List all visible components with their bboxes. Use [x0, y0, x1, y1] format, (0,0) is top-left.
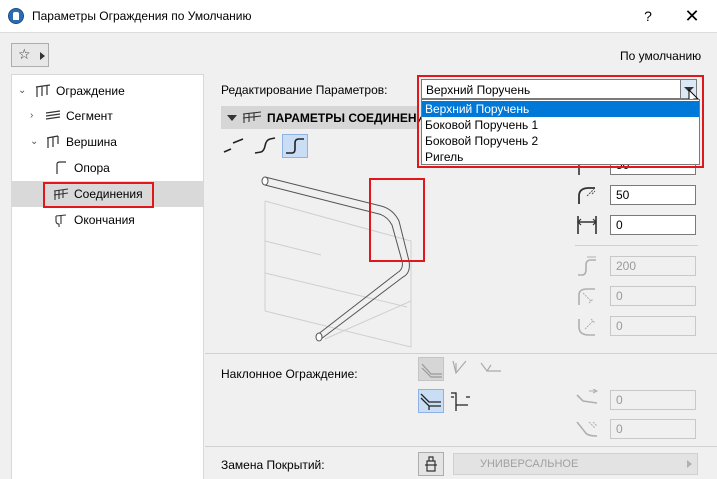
incline-step-1-button[interactable] [418, 389, 444, 413]
app-icon [8, 8, 24, 24]
close-button[interactable]: ✕ [677, 4, 707, 28]
joint-step-button[interactable] [252, 134, 278, 158]
incline-2-value-field[interactable]: 0 [610, 419, 696, 439]
connections-icon [242, 111, 262, 123]
surface-select-value: УНИВЕРСАЛЬНОЕ [480, 458, 579, 470]
dialog-body: ☆ По умолчанию ⌄ Ограждение › Сегмент ⌄ … [0, 32, 717, 479]
section-separator [205, 353, 717, 354]
dropdown-highlight-box [417, 75, 704, 168]
section-header[interactable]: ПАРАМЕТРЫ СОЕДИНЕНИЯ [221, 106, 434, 129]
chevron-down-icon[interactable]: ⌄ [18, 79, 28, 103]
endings-icon [55, 214, 67, 227]
edit-params-label: Редактирование Параметров: [221, 83, 388, 97]
length-value-field[interactable]: 200 [610, 256, 696, 276]
incline-angle-2-icon [576, 421, 598, 437]
node-icon [46, 135, 59, 148]
angle1-value-field[interactable]: 0 [610, 286, 696, 306]
length-icon [578, 256, 596, 276]
tree-item-node[interactable]: ⌄ Вершина [30, 130, 200, 154]
incline-label: Наклонное Ограждение: [221, 367, 358, 381]
fields-separator [575, 245, 698, 246]
incline-mode-1-button[interactable] [418, 357, 444, 381]
favorites-button[interactable]: ☆ [11, 43, 49, 67]
incline-step-2-button[interactable] [448, 389, 474, 413]
chevron-right-icon [687, 460, 692, 468]
chevron-right-icon [40, 52, 45, 60]
tree-item-endings[interactable]: Окончания [52, 208, 202, 232]
bottom-separator [205, 446, 717, 447]
offset-icon [577, 216, 597, 234]
incline-1-value-field[interactable]: 0 [610, 390, 696, 410]
incline-angle-1-icon [576, 389, 599, 404]
star-icon: ☆ [18, 46, 31, 62]
preview-highlight-box [369, 178, 425, 262]
section-title: ПАРАМЕТРЫ СОЕДИНЕНИЯ [267, 111, 434, 125]
segment-icon [45, 110, 61, 120]
tree-item-segment[interactable]: › Сегмент [30, 104, 200, 128]
chevron-right-icon[interactable]: › [30, 104, 40, 128]
title-bar: Параметры Ограждения по Умолчанию ? ✕ [0, 0, 717, 32]
chevron-down-icon [227, 115, 237, 121]
incline-mode-2-button[interactable] [448, 357, 474, 381]
angle2-icon [578, 318, 596, 336]
angle1-icon [578, 288, 595, 305]
post-icon [56, 161, 66, 174]
tree-highlight-box [43, 182, 154, 208]
joint-straight-button[interactable] [221, 134, 247, 158]
offset-value-field[interactable]: 0 [610, 215, 696, 235]
paint-bucket-icon [425, 456, 437, 472]
tree-item-post[interactable]: Опора [52, 156, 202, 180]
radius-icon [578, 187, 596, 204]
railing-icon [35, 84, 51, 97]
cover-label: Замена Покрытий: [221, 458, 325, 472]
default-label: По умолчанию [620, 49, 702, 63]
tree-item-railing[interactable]: ⌄ Ограждение [18, 79, 198, 103]
incline-mode-3-button[interactable] [478, 357, 504, 381]
window-title: Параметры Ограждения по Умолчанию [32, 9, 252, 23]
settings-tree: ⌄ Ограждение › Сегмент ⌄ Вершина Опора С… [11, 74, 204, 479]
help-button[interactable]: ? [636, 6, 660, 26]
paint-bucket-button[interactable] [418, 452, 444, 476]
radius-value-field[interactable]: 50 [610, 185, 696, 205]
chevron-down-icon[interactable]: ⌄ [30, 130, 40, 154]
surface-select[interactable]: УНИВЕРСАЛЬНОЕ [453, 453, 698, 475]
joint-curve-button[interactable] [282, 134, 308, 158]
angle2-value-field[interactable]: 0 [610, 316, 696, 336]
